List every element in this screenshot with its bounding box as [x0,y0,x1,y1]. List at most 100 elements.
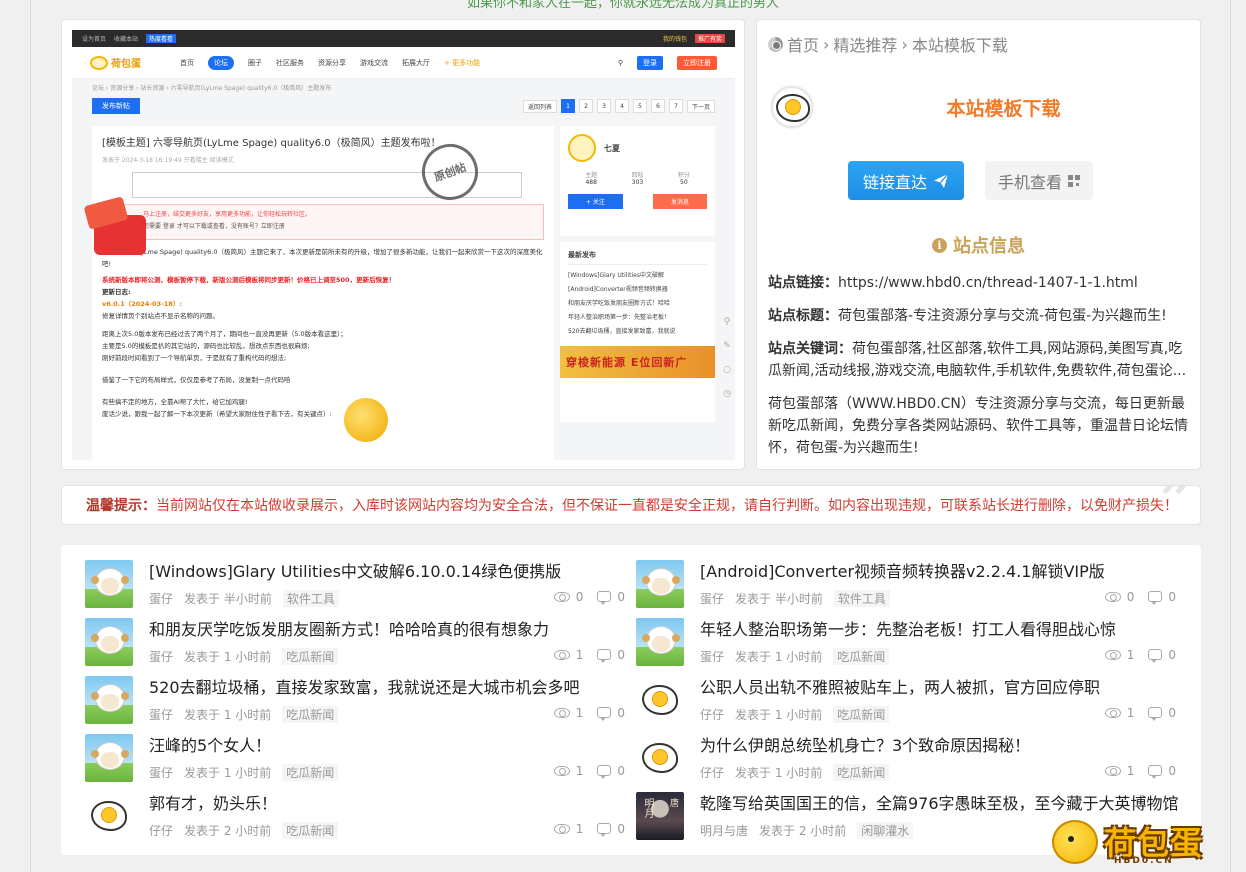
article-category[interactable]: 软件工具 [282,590,339,607]
article-meta: 蛋仔 发表于 1 小时前 吃瓜新闻 [149,706,339,723]
article-thumbnail[interactable]: 明月唐 [636,792,684,840]
article-thumbnail[interactable] [636,560,684,608]
site-title-value: 荷包蛋部落-专注资源分享与交流-荷包蛋-为兴趣而生! [838,308,1167,324]
article-category[interactable]: 吃瓜新闻 [282,706,339,723]
article-meta: 仔仔 发表于 1 小时前 吃瓜新闻 [700,706,890,723]
article-item[interactable]: 公职人员出轨不雅照被贴车上，两人被抓，官方回应停职仔仔 发表于 1 小时前 吃瓜新闻… [636,676,1176,728]
article-title[interactable]: [Android]Converter视频音频转换器v2.2.4.1解锁VIP版 [700,558,1178,582]
article-time: 发表于 1 小时前 [735,650,823,664]
qrcode-icon [1068,174,1080,187]
site-description: 荷包蛋部落（WWW.HBD0.CN）专注资源分享与交流，每日更新最新吃瓜新闻，免… [768,396,1188,456]
article-author[interactable]: 蛋仔 [149,706,173,723]
article-stats: 00 [1104,590,1176,605]
article-author[interactable]: 明月与唐 [700,822,748,839]
preview-page: 1 [560,99,575,113]
preview-latest-item: 520去翻垃圾桶，直接发家致富，我就说 [568,328,676,335]
article-title[interactable]: 郭有才，奶头乐！ [149,790,627,814]
article-stats: 10 [553,822,625,837]
article-author[interactable]: 蛋仔 [700,648,724,665]
preview-post-meta: 发表于 2024-3-18 16:19:49 只看楼主 阅读模式 [102,157,234,164]
article-author[interactable]: 仔仔 [700,706,724,723]
site-link-row: 站点链接：https://www.hbd0.cn/thread-1407-1-1… [768,275,1138,291]
preview-nav: 荷包蛋 首页 论坛 圈子 社区服务 资源分享 游戏交流 拓展大厅 + 更多功能 … [72,47,735,79]
article-author[interactable]: 蛋仔 [149,764,173,781]
article-author[interactable]: 蛋仔 [149,590,173,607]
eye-icon [1104,592,1121,602]
article-thumbnail[interactable] [636,734,684,782]
preview-message-button: 发消息 [652,194,707,209]
comment-icon [1148,765,1163,779]
article-category[interactable]: 闲聊灌水 [857,822,914,839]
article-thumbnail[interactable] [636,618,684,666]
article-title[interactable]: 公职人员出轨不雅照被贴车上，两人被抓，官方回应停职 [700,674,1178,698]
article-title[interactable]: 和朋友厌学吃饭发朋友圈新方式！哈哈哈真的很有想象力 [149,616,627,640]
site-screenshot-preview[interactable]: 设为首页 收藏本站 热度看看 我的钱包 推广有奖 荷包蛋 首页 论坛 圈子 社区… [61,19,745,470]
article-title[interactable]: 为什么伊朗总统坠机身亡？3个致命原因揭秘！ [700,732,1178,756]
preview-logo: 荷包蛋 [90,53,166,73]
preview-wallet: 我的钱包 [662,36,687,43]
article-meta: 蛋仔 发表于 1 小时前 吃瓜新闻 [700,648,890,665]
preview-top-link: 设为首页 [82,36,107,43]
article-views: 0 [553,590,583,604]
article-title[interactable]: 年轻人整治职场第一步：先整治老板！打工人看得胆战心惊 [700,616,1178,640]
preview-nav-item: 首页 [180,58,194,67]
article-item[interactable]: 年轻人整治职场第一步：先整治老板！打工人看得胆战心惊蛋仔 发表于 1 小时前 吃瓜新… [636,618,1176,670]
article-stats: 10 [553,648,625,663]
article-item[interactable]: 为什么伊朗总统坠机身亡？3个致命原因揭秘！ 仔仔 发表于 1 小时前 吃瓜新闻 1 0 [636,734,1176,786]
visit-link-button[interactable]: 链接直达 [848,161,964,200]
article-thumbnail[interactable] [85,618,133,666]
article-category[interactable]: 吃瓜新闻 [833,764,890,781]
chrome-icon [768,36,783,52]
site-link-value[interactable]: https://www.hbd0.cn/thread-1407-1-1.html [838,275,1138,291]
preview-user-stat: 积分 50 [677,172,690,186]
preview-sidebar: 七夏 主题 488 回帖 303 积分 50 + 关注 发消息 最新发布 [Windo… [560,126,715,422]
article-comments: 0 [1148,764,1176,779]
article-time: 发表于 2 小时前 [184,824,272,838]
preview-nav-item: 论坛 [208,55,234,70]
article-stats: 10 [553,706,625,721]
article-stats: 10 [1104,706,1176,721]
article-title[interactable]: 乾隆写给英国国王的信，全篇976字愚昧至极，至今藏于大英博物馆 [700,790,1178,814]
preview-username: 七夏 [604,143,620,153]
article-meta: 蛋仔 发表于 半小时前 软件工具 [149,590,339,607]
eye-icon [1104,766,1121,776]
article-meta: 仔仔 发表于 2 小时前 吃瓜新闻 [149,822,339,839]
article-item[interactable]: 520去翻垃圾桶，直接发家致富，我就说还是大城市机会多吧蛋仔 发表于 1 小时前吃… [85,676,625,728]
breadcrumb-current: 本站模板下载 [911,36,1008,55]
preview-page: 7 [668,99,683,113]
article-category[interactable]: 吃瓜新闻 [833,706,890,723]
article-item[interactable]: [Windows]Glary Utilities中文破解6.10.0.14绿色便… [85,560,625,612]
warning-label: 温馨提示： [86,498,156,514]
article-thumbnail[interactable] [85,792,133,840]
article-author[interactable]: 仔仔 [700,764,724,781]
article-author[interactable]: 蛋仔 [149,648,173,665]
article-comments: 0 [597,764,625,779]
eye-icon [553,824,570,834]
article-thumbnail[interactable] [85,676,133,724]
breadcrumb-category[interactable]: 精选推荐 [833,32,897,56]
article-item[interactable]: 郭有才，奶头乐！ 仔仔 发表于 2 小时前 吃瓜新闻 1 0 [85,792,625,844]
article-thumbnail[interactable] [85,734,133,782]
article-time: 发表于 1 小时前 [184,650,272,664]
article-category[interactable]: 吃瓜新闻 [282,822,339,839]
article-title[interactable]: 520去翻垃圾桶，直接发家致富，我就说还是大城市机会多吧 [149,674,627,698]
article-category[interactable]: 软件工具 [833,590,890,607]
article-category[interactable]: 吃瓜新闻 [282,648,339,665]
article-title[interactable]: [Windows]Glary Utilities中文破解6.10.0.14绿色便… [149,558,627,582]
preview-post-body: 六零导航页(LyLme Spage) quality6.0（极简风）主题它来了，… [102,248,543,418]
article-thumbnail[interactable] [85,560,133,608]
article-category[interactable]: 吃瓜新闻 [282,764,339,781]
article-thumbnail[interactable] [636,676,684,724]
article-author[interactable]: 仔仔 [149,822,173,839]
article-item[interactable]: 汪峰的5个女人！ 蛋仔 发表于 1 小时前 吃瓜新闻 1 0 [85,734,625,786]
preview-notice: 马上注册，结交更多好友，享用更多功能，让你轻松玩转社区。 您需要 登录 才可以下… [102,204,544,240]
article-item[interactable]: [Android]Converter视频音频转换器v2.2.4.1解锁VIP版蛋… [636,560,1176,612]
mobile-view-button[interactable]: 手机查看 [985,161,1093,200]
article-item[interactable]: 和朋友厌学吃饭发朋友圈新方式！哈哈哈真的很有想象力蛋仔 发表于 1 小时前 吃瓜新闻… [85,618,625,670]
article-category[interactable]: 吃瓜新闻 [833,648,890,665]
article-title[interactable]: 汪峰的5个女人！ [149,732,627,756]
article-author[interactable]: 蛋仔 [700,590,724,607]
breadcrumb-home[interactable]: 首页 [787,32,819,56]
article-meta: 仔仔 发表于 1 小时前 吃瓜新闻 [700,764,890,781]
preview-gift-image [82,195,162,265]
